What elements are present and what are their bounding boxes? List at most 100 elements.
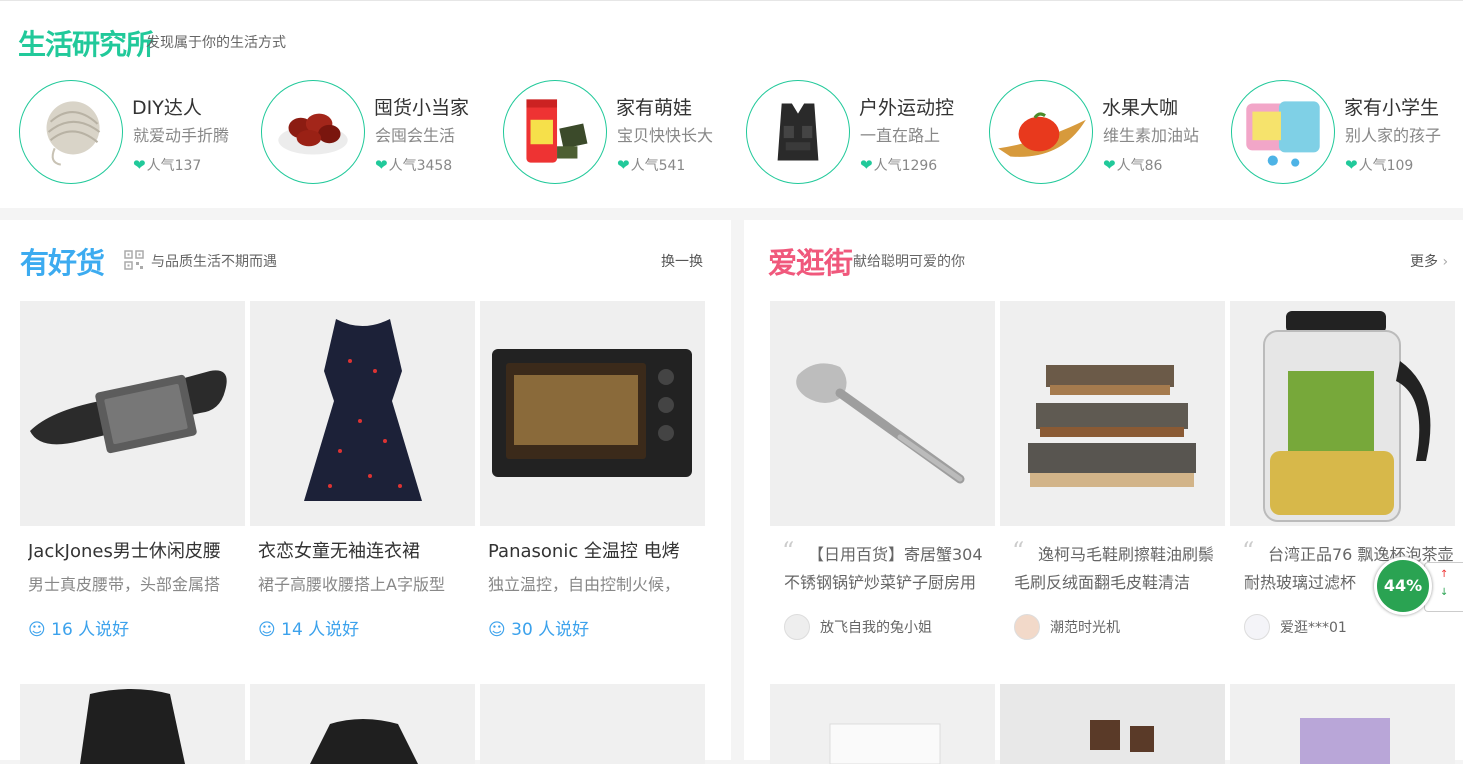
life-lab-logo[interactable]: 生活研究所: [18, 23, 154, 63]
love-shop-title[interactable]: 爱逛街: [768, 240, 853, 282]
popularity-count: 人气3458: [388, 158, 453, 174]
lab-item-title[interactable]: 水果大咖: [1102, 93, 1178, 120]
lab-item-title[interactable]: 囤货小当家: [374, 93, 469, 120]
shop-card-image[interactable]: [1230, 684, 1455, 764]
heart-icon: ❤: [617, 156, 630, 174]
good-goods-subtitle: 与品质生活不期而遇: [151, 254, 277, 270]
user-info[interactable]: 爱逛***01: [1244, 614, 1347, 640]
spatula-image[interactable]: [770, 301, 995, 526]
good-goods-panel: 有好货 与品质生活不期而遇 换一换 JackJones男士休闲皮腰 男士真皮腰带…: [0, 220, 731, 764]
lab-item-desc: 一直在路上: [860, 126, 941, 145]
shop-desc[interactable]: 逸柯马毛鞋刷擦鞋油刷鬃毛刷反绒面翻毛皮鞋清洁: [1014, 541, 1224, 597]
love-shop-subtitle: 献给聪明可爱的你: [853, 254, 965, 270]
belt-image[interactable]: [20, 301, 245, 526]
fruit-plate-image[interactable]: [989, 80, 1093, 184]
lab-item-popularity: ❤人气3458: [375, 155, 452, 175]
product-desc: 独立温控，自由控制火候，: [488, 575, 681, 594]
product-card[interactable]: Panasonic 全温控 电烤 独立温控，自由控制火候， ☺ 30 人说好: [480, 301, 705, 661]
like-count[interactable]: ☺ 30 人说好: [488, 615, 589, 640]
good-goods-title[interactable]: 有好货: [20, 240, 105, 282]
lab-item-popularity: ❤人气1296: [860, 155, 937, 175]
popularity-count: 人气137: [146, 158, 202, 174]
product-card[interactable]: 衣恋女童无袖连衣裙 裙子高腰收腰搭上A字版型 ☺ 14 人说好: [250, 301, 475, 661]
life-lab-subtitle: 发现属于你的生活方式: [146, 35, 286, 51]
shop-desc[interactable]: 【日用百货】寄居蟹304不锈钢锅铲炒菜铲子厨房用: [784, 541, 994, 597]
product-title[interactable]: 衣恋女童无袖连衣裙: [258, 537, 473, 563]
lab-item-fruit[interactable]: 水果大咖 维生素加油站 ❤人气86: [989, 80, 1219, 186]
popularity-count: 人气109: [1358, 158, 1414, 174]
refresh-link[interactable]: 换一换: [661, 251, 703, 271]
username[interactable]: 爱逛***01: [1280, 620, 1347, 636]
lab-item-popularity: ❤人气86: [1103, 155, 1162, 175]
red-dates-image[interactable]: [261, 80, 365, 184]
qr-code-icon[interactable]: [124, 250, 144, 270]
shoe-brush-image[interactable]: [1000, 301, 1225, 526]
user-info[interactable]: 放飞自我的兔小姐: [784, 614, 932, 640]
popularity-count: 人气541: [630, 158, 686, 174]
product-card[interactable]: JackJones男士休闲皮腰 男士真皮腰带，头部金属搭 ☺ 16 人说好: [20, 301, 245, 661]
download-arrow-icon: ↓: [1440, 587, 1449, 598]
heart-icon: ❤: [1345, 156, 1358, 174]
lab-item-title[interactable]: DIY达人: [132, 93, 202, 120]
popularity-count: 人气1296: [873, 158, 938, 174]
like-label: 30 人说好: [511, 620, 590, 640]
like-count[interactable]: ☺ 16 人说好: [28, 615, 129, 640]
avatar[interactable]: [1014, 614, 1040, 640]
tactical-vest-image[interactable]: [746, 80, 850, 184]
product-desc: 男士真皮腰带，头部金属搭: [28, 575, 221, 594]
smile-icon: ☺: [488, 620, 506, 640]
product-title[interactable]: JackJones男士休闲皮腰: [28, 537, 243, 563]
chevron-right-icon: ›: [1442, 254, 1449, 270]
shop-card[interactable]: “ 【日用百货】寄居蟹304不锈钢锅铲炒菜铲子厨房用 放飞自我的兔小姐: [770, 301, 995, 661]
dress-image[interactable]: [250, 301, 475, 526]
user-info[interactable]: 潮范时光机: [1014, 614, 1120, 640]
smile-icon: ☺: [28, 620, 46, 640]
lab-item-outdoor[interactable]: 户外运动控 一直在路上 ❤人气1296: [746, 80, 976, 186]
like-label: 16 人说好: [51, 620, 130, 640]
lab-item-title[interactable]: 家有小学生: [1344, 93, 1439, 120]
lab-item-desc: 宝贝快快长大: [617, 126, 714, 145]
shop-card-image[interactable]: [770, 684, 995, 764]
product-card-image[interactable]: [20, 684, 245, 764]
smile-icon: ☺: [258, 620, 276, 640]
snack-jar-image[interactable]: [503, 80, 607, 184]
product-card-image[interactable]: [480, 684, 705, 764]
shop-card[interactable]: “ 逸柯马毛鞋刷擦鞋油刷鬃毛刷反绒面翻毛皮鞋清洁 潮范时光机: [1000, 301, 1225, 661]
love-shop-panel: 爱逛街 献给聪明可爱的你 更多 › “ 【日用百货】寄居蟹304不锈钢锅铲炒菜铲…: [744, 220, 1463, 764]
heart-icon: ❤: [375, 156, 388, 174]
lab-item-title[interactable]: 家有萌娃: [616, 93, 692, 120]
more-link[interactable]: 更多 ›: [1410, 251, 1448, 271]
avatar[interactable]: [784, 614, 810, 640]
lab-item-desc: 就爱动手折腾: [133, 126, 230, 145]
speed-widget[interactable]: ↑ ↓ 44%: [1374, 557, 1463, 617]
product-title[interactable]: Panasonic 全温控 电烤: [488, 537, 703, 563]
shop-card-image[interactable]: [1000, 684, 1225, 764]
memory-percent-badge[interactable]: 44%: [1374, 557, 1432, 615]
lab-item-popularity: ❤人气109: [1345, 155, 1413, 175]
lab-item-desc: 会囤会生活: [375, 126, 456, 145]
lab-item-baby[interactable]: 家有萌娃 宝贝快快长大 ❤人气541: [503, 80, 733, 186]
product-desc: 裙子高腰收腰搭上A字版型: [258, 575, 445, 594]
heart-icon: ❤: [133, 156, 146, 174]
oven-image[interactable]: [480, 301, 705, 526]
heart-icon: ❤: [860, 156, 873, 174]
yarn-ball-image[interactable]: [19, 80, 123, 184]
lab-item-title[interactable]: 户外运动控: [859, 93, 954, 120]
product-card-image[interactable]: [250, 684, 475, 764]
stationery-image[interactable]: [1231, 80, 1335, 184]
lab-item-stockpile[interactable]: 囤货小当家 会囤会生活 ❤人气3458: [261, 80, 491, 186]
upload-arrow-icon: ↑: [1440, 569, 1449, 580]
life-lab-section: 生活研究所 发现属于你的生活方式 DIY达人 就爱动手折腾 ❤人气137 囤货小…: [0, 0, 1463, 208]
username[interactable]: 潮范时光机: [1050, 620, 1120, 636]
lab-item-diy[interactable]: DIY达人 就爱动手折腾 ❤人气137: [19, 80, 249, 186]
like-label: 14 人说好: [281, 620, 360, 640]
lab-item-desc: 别人家的孩子: [1345, 126, 1442, 145]
teapot-image[interactable]: [1230, 301, 1455, 526]
username[interactable]: 放飞自我的兔小姐: [820, 620, 932, 636]
popularity-count: 人气86: [1116, 158, 1163, 174]
lab-item-popularity: ❤人气137: [133, 155, 201, 175]
like-count[interactable]: ☺ 14 人说好: [258, 615, 359, 640]
more-label: 更多: [1410, 254, 1438, 270]
avatar[interactable]: [1244, 614, 1270, 640]
lab-item-student[interactable]: 家有小学生 别人家的孩子 ❤人气109: [1231, 80, 1461, 186]
